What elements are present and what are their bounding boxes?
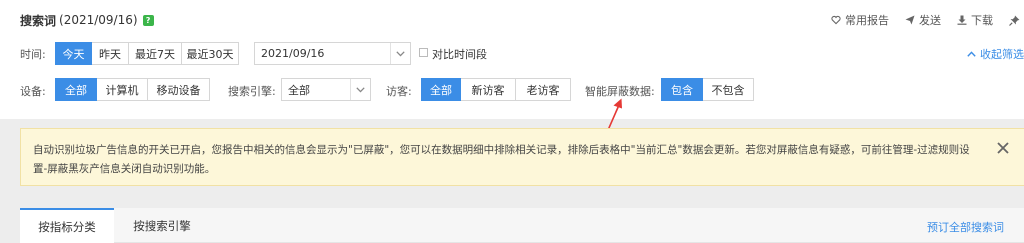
favorite-report-button[interactable]: 常用报告 — [831, 12, 889, 28]
visitor-option-new[interactable]: 新访客 — [461, 78, 516, 101]
page-title: 搜索词 — [20, 13, 57, 28]
visitor-option-all[interactable]: 全部 — [421, 78, 461, 101]
report-date: (2021/09/16) — [59, 13, 138, 27]
help-icon[interactable]: ? — [142, 14, 154, 26]
time-option-today[interactable]: 今天 — [55, 42, 92, 65]
subscribe-all-search-terms-link[interactable]: 预订全部搜索词 — [927, 219, 1004, 235]
chevron-down-icon — [350, 79, 370, 100]
download-icon — [957, 15, 967, 25]
date-picker[interactable]: 2021/09/16 — [254, 42, 411, 65]
search-engine-value: 全部 — [288, 83, 310, 97]
time-range-selector: 今天 昨天 最近7天 最近30天 — [55, 42, 239, 65]
close-icon[interactable] — [996, 141, 1010, 155]
filter-panel: 搜索词 (2021/09/16) ? 常用报告 发送 下载 时间: 今天 昨天 … — [0, 0, 1024, 119]
top-actions: 常用报告 发送 下载 — [815, 12, 1024, 28]
visitor-option-returning[interactable]: 老访客 — [516, 78, 571, 101]
collapse-filters-label: 收起筛选 — [980, 48, 1024, 61]
tab-by-metric[interactable]: 按指标分类 — [20, 208, 114, 243]
device-selector: 全部 计算机 移动设备 — [55, 78, 210, 101]
device-label: 设备: — [20, 85, 46, 98]
collapse-filters-link[interactable]: 收起筛选 — [967, 46, 1024, 62]
report-title-row: 搜索词 (2021/09/16) ? — [20, 12, 154, 28]
favorite-report-label: 常用报告 — [845, 14, 889, 27]
search-engine-label: 搜索引擎: — [228, 85, 276, 98]
chevron-up-icon — [967, 51, 976, 57]
compare-checkbox[interactable] — [419, 48, 428, 57]
time-option-30days[interactable]: 最近30天 — [182, 42, 239, 65]
time-option-yesterday[interactable]: 昨天 — [92, 42, 129, 65]
tabs-bar: 按指标分类 按搜索引擎 预订全部搜索词 — [20, 208, 1024, 243]
send-label: 发送 — [919, 14, 941, 27]
send-icon — [905, 15, 915, 25]
smart-block-selector: 包含 不包含 — [661, 78, 754, 101]
notice-banner: 自动识别垃圾广告信息的开关已开启，您报告中相关的信息会显示为"已屏蔽"，您可以在… — [20, 128, 1024, 186]
visitor-label: 访客: — [386, 85, 412, 98]
visitor-selector: 全部 新访客 老访客 — [421, 78, 571, 101]
download-button[interactable]: 下载 — [957, 12, 993, 28]
device-option-computer[interactable]: 计算机 — [97, 78, 148, 101]
send-button[interactable]: 发送 — [905, 12, 941, 28]
device-option-all[interactable]: 全部 — [55, 78, 97, 101]
compare-label: 对比时间段 — [432, 48, 487, 61]
time-label: 时间: — [20, 48, 46, 61]
device-option-mobile[interactable]: 移动设备 — [148, 78, 210, 101]
heart-icon — [831, 15, 841, 25]
notice-text: 自动识别垃圾广告信息的开关已开启，您报告中相关的信息会显示为"已屏蔽"，您可以在… — [33, 144, 970, 175]
smart-block-option-exclude[interactable]: 不包含 — [703, 78, 754, 101]
time-option-7days[interactable]: 最近7天 — [129, 42, 182, 65]
search-engine-select[interactable]: 全部 — [281, 78, 371, 101]
download-label: 下载 — [971, 14, 993, 27]
chevron-down-icon — [390, 43, 410, 64]
smart-block-option-include[interactable]: 包含 — [661, 78, 703, 101]
pin-button[interactable] — [1009, 15, 1024, 26]
pin-icon — [1009, 15, 1020, 26]
date-picker-value: 2021/09/16 — [261, 47, 325, 60]
tab-by-search-engine[interactable]: 按搜索引擎 — [114, 208, 210, 243]
